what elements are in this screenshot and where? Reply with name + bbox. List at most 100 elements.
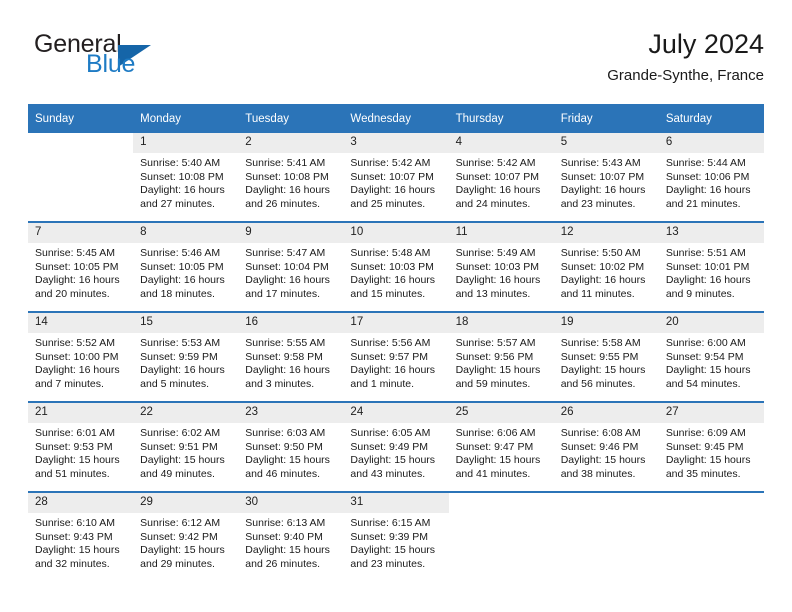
day-number: 3: [343, 133, 449, 153]
day-details: Sunrise: 5:58 AM Sunset: 9:55 PM Dayligh…: [560, 337, 646, 390]
day-number: [554, 493, 659, 513]
calendar-day-cell: [658, 491, 764, 581]
day-number: 25: [448, 403, 554, 423]
day-details: Sunrise: 5:51 AM Sunset: 10:01 PM Daylig…: [665, 247, 751, 300]
day-number: 16: [238, 313, 344, 333]
day-details: Sunrise: 5:55 AM Sunset: 9:58 PM Dayligh…: [245, 337, 330, 390]
calendar-page: General Blue July 2024 Grande-Synthe, Fr…: [0, 0, 792, 612]
day-number: 5: [553, 133, 659, 153]
day-details: Sunrise: 5:49 AM Sunset: 10:03 PM Daylig…: [455, 247, 541, 300]
calendar-day-cell[interactable]: 12 Sunrise: 5:50 AM Sunset: 10:02 PM Day…: [553, 221, 659, 312]
location-subtitle: Grande-Synthe, France: [607, 67, 764, 84]
day-number: [28, 133, 133, 153]
calendar-day-cell[interactable]: 27 Sunrise: 6:09 AM Sunset: 9:45 PM Dayl…: [658, 401, 764, 492]
calendar-day-cell[interactable]: 9 Sunrise: 5:47 AM Sunset: 10:04 PM Dayl…: [238, 221, 344, 312]
calendar-day-cell[interactable]: 7 Sunrise: 5:45 AM Sunset: 10:05 PM Dayl…: [28, 221, 134, 312]
day-details: Sunrise: 6:08 AM Sunset: 9:46 PM Dayligh…: [560, 427, 646, 480]
day-details: Sunrise: 6:02 AM Sunset: 9:51 PM Dayligh…: [140, 427, 225, 480]
calendar-day-cell[interactable]: 23 Sunrise: 6:03 AM Sunset: 9:50 PM Dayl…: [238, 401, 344, 492]
calendar-day-cell[interactable]: 2 Sunrise: 5:41 AM Sunset: 10:08 PM Dayl…: [238, 133, 344, 222]
calendar-day-cell[interactable]: 21 Sunrise: 6:01 AM Sunset: 9:53 PM Dayl…: [28, 401, 134, 492]
calendar-day-cell[interactable]: 5 Sunrise: 5:43 AM Sunset: 10:07 PM Dayl…: [553, 133, 659, 222]
day-details: Sunrise: 5:40 AM Sunset: 10:08 PM Daylig…: [140, 157, 225, 210]
day-number: 14: [28, 313, 134, 333]
day-details: Sunrise: 5:48 AM Sunset: 10:03 PM Daylig…: [350, 247, 436, 300]
day-number: 20: [658, 313, 764, 333]
calendar-day-cell[interactable]: 31 Sunrise: 6:15 AM Sunset: 9:39 PM Dayl…: [343, 491, 449, 581]
weekday-header-sunday: Sunday: [28, 104, 134, 133]
day-details: Sunrise: 6:15 AM Sunset: 9:39 PM Dayligh…: [350, 517, 436, 570]
calendar-day-cell[interactable]: 13 Sunrise: 5:51 AM Sunset: 10:01 PM Day…: [658, 221, 764, 312]
weekday-header-wednesday: Wednesday: [343, 104, 449, 133]
day-number: 17: [343, 313, 449, 333]
day-number: 10: [343, 223, 449, 243]
calendar-day-cell[interactable]: 14 Sunrise: 5:52 AM Sunset: 10:00 PM Day…: [28, 311, 134, 402]
day-details: Sunrise: 5:47 AM Sunset: 10:04 PM Daylig…: [245, 247, 330, 300]
day-number: 2: [238, 133, 344, 153]
day-number: 8: [133, 223, 239, 243]
day-number: [659, 493, 764, 513]
day-number: 6: [658, 133, 764, 153]
day-number: [449, 493, 554, 513]
calendar-week-row: 21 Sunrise: 6:01 AM Sunset: 9:53 PM Dayl…: [28, 401, 764, 492]
calendar-day-cell[interactable]: 3 Sunrise: 5:42 AM Sunset: 10:07 PM Dayl…: [343, 133, 449, 222]
calendar-day-cell[interactable]: 30 Sunrise: 6:13 AM Sunset: 9:40 PM Dayl…: [238, 491, 344, 581]
day-details: Sunrise: 5:46 AM Sunset: 10:05 PM Daylig…: [140, 247, 225, 300]
day-details: Sunrise: 5:52 AM Sunset: 10:00 PM Daylig…: [35, 337, 120, 390]
day-details: Sunrise: 5:44 AM Sunset: 10:06 PM Daylig…: [665, 157, 751, 210]
calendar-day-cell[interactable]: 16 Sunrise: 5:55 AM Sunset: 9:58 PM Dayl…: [238, 311, 344, 402]
weekday-header-row: Sunday Monday Tuesday Wednesday Thursday…: [28, 104, 764, 133]
day-number: 18: [448, 313, 554, 333]
calendar-day-cell[interactable]: 24 Sunrise: 6:05 AM Sunset: 9:49 PM Dayl…: [343, 401, 449, 492]
calendar-day-cell[interactable]: 15 Sunrise: 5:53 AM Sunset: 9:59 PM Dayl…: [133, 311, 239, 402]
day-details: Sunrise: 5:41 AM Sunset: 10:08 PM Daylig…: [245, 157, 330, 210]
calendar-day-cell: [448, 491, 554, 581]
calendar-week-row: 28 Sunrise: 6:10 AM Sunset: 9:43 PM Dayl…: [28, 491, 764, 581]
calendar-day-cell[interactable]: 25 Sunrise: 6:06 AM Sunset: 9:47 PM Dayl…: [448, 401, 554, 492]
calendar-day-cell[interactable]: 17 Sunrise: 5:56 AM Sunset: 9:57 PM Dayl…: [343, 311, 449, 402]
weekday-header-tuesday: Tuesday: [238, 104, 344, 133]
day-details: Sunrise: 5:42 AM Sunset: 10:07 PM Daylig…: [350, 157, 436, 210]
calendar-day-cell: [553, 491, 659, 581]
page-title: July 2024: [648, 29, 764, 59]
day-number: 30: [238, 493, 344, 513]
day-number: 12: [553, 223, 659, 243]
calendar-day-cell[interactable]: 29 Sunrise: 6:12 AM Sunset: 9:42 PM Dayl…: [133, 491, 239, 581]
day-number: 29: [133, 493, 239, 513]
day-number: 13: [658, 223, 764, 243]
calendar-week-row: 1 Sunrise: 5:40 AM Sunset: 10:08 PM Dayl…: [28, 133, 764, 222]
calendar-day-cell[interactable]: 4 Sunrise: 5:42 AM Sunset: 10:07 PM Dayl…: [448, 133, 554, 222]
day-details: Sunrise: 5:50 AM Sunset: 10:02 PM Daylig…: [560, 247, 646, 300]
calendar-day-cell[interactable]: 19 Sunrise: 5:58 AM Sunset: 9:55 PM Dayl…: [553, 311, 659, 402]
brand-logo[interactable]: General Blue: [28, 32, 258, 92]
calendar-day-cell[interactable]: 26 Sunrise: 6:08 AM Sunset: 9:46 PM Dayl…: [553, 401, 659, 492]
day-details: Sunrise: 6:01 AM Sunset: 9:53 PM Dayligh…: [35, 427, 120, 480]
day-number: 24: [343, 403, 449, 423]
day-details: Sunrise: 6:13 AM Sunset: 9:40 PM Dayligh…: [245, 517, 330, 570]
day-details: Sunrise: 5:53 AM Sunset: 9:59 PM Dayligh…: [140, 337, 225, 390]
day-number: 11: [448, 223, 554, 243]
calendar-day-cell[interactable]: 18 Sunrise: 5:57 AM Sunset: 9:56 PM Dayl…: [448, 311, 554, 402]
calendar-day-cell[interactable]: 11 Sunrise: 5:49 AM Sunset: 10:03 PM Day…: [448, 221, 554, 312]
day-number: 1: [133, 133, 239, 153]
page-header: General Blue July 2024 Grande-Synthe, Fr…: [28, 28, 764, 98]
day-number: 15: [133, 313, 239, 333]
weekday-header-thursday: Thursday: [448, 104, 554, 133]
calendar-day-cell[interactable]: 28 Sunrise: 6:10 AM Sunset: 9:43 PM Dayl…: [28, 491, 134, 581]
calendar-day-cell[interactable]: 10 Sunrise: 5:48 AM Sunset: 10:03 PM Day…: [343, 221, 449, 312]
calendar-day-cell[interactable]: 6 Sunrise: 5:44 AM Sunset: 10:06 PM Dayl…: [658, 133, 764, 222]
day-number: 21: [28, 403, 134, 423]
calendar-day-cell[interactable]: 8 Sunrise: 5:46 AM Sunset: 10:05 PM Dayl…: [133, 221, 239, 312]
day-number: 19: [553, 313, 659, 333]
day-details: Sunrise: 5:45 AM Sunset: 10:05 PM Daylig…: [35, 247, 120, 300]
day-number: 31: [343, 493, 449, 513]
day-details: Sunrise: 5:42 AM Sunset: 10:07 PM Daylig…: [455, 157, 541, 210]
calendar-day-cell[interactable]: 22 Sunrise: 6:02 AM Sunset: 9:51 PM Dayl…: [133, 401, 239, 492]
day-number: 4: [448, 133, 554, 153]
title-block: July 2024 Grande-Synthe, France: [607, 28, 764, 86]
calendar-day-cell[interactable]: 1 Sunrise: 5:40 AM Sunset: 10:08 PM Dayl…: [133, 133, 239, 222]
day-number: 22: [133, 403, 239, 423]
calendar-day-cell[interactable]: 20 Sunrise: 6:00 AM Sunset: 9:54 PM Dayl…: [658, 311, 764, 402]
day-details: Sunrise: 6:10 AM Sunset: 9:43 PM Dayligh…: [35, 517, 120, 570]
weekday-header-saturday: Saturday: [658, 104, 764, 133]
